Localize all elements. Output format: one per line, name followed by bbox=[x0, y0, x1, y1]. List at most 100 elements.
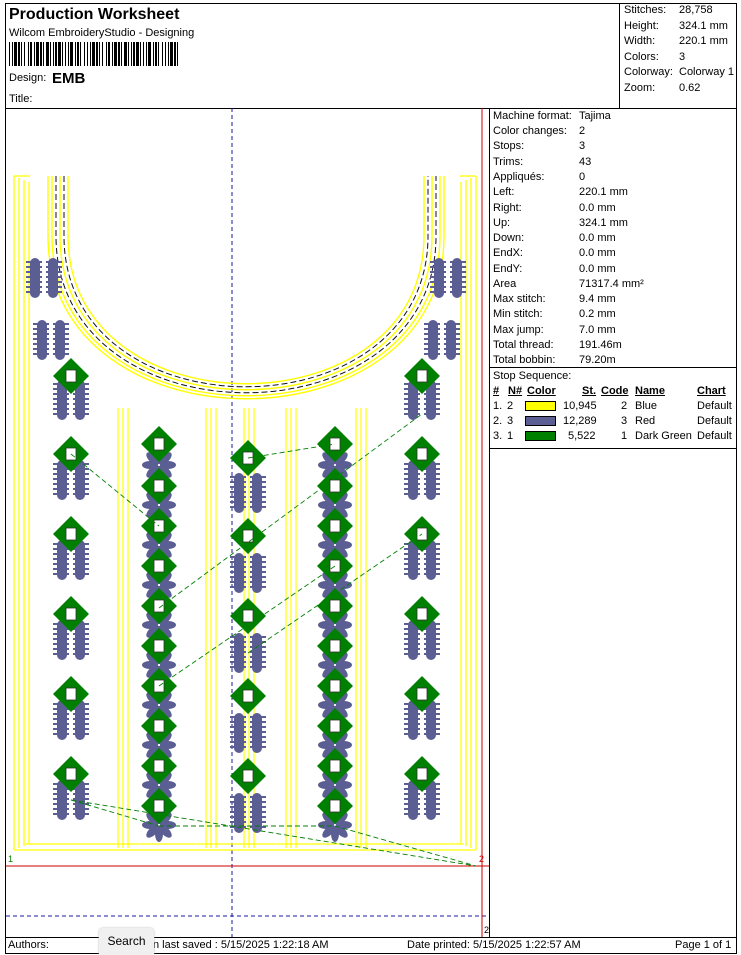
machine-info-panel: Machine format: Tajima Color changes: 2 St… bbox=[489, 108, 737, 938]
worksheet-title: Production Worksheet bbox=[9, 6, 180, 23]
design-value: EMB bbox=[52, 70, 86, 87]
pod-motif bbox=[230, 793, 266, 833]
barcode-bar bbox=[30, 42, 32, 66]
barcode bbox=[9, 42, 178, 66]
barcode-bar bbox=[84, 42, 85, 66]
diamond-motif bbox=[141, 468, 177, 504]
row-name: Blue bbox=[635, 400, 658, 412]
row-code: 3 bbox=[621, 415, 628, 427]
app-subtitle: Wilcom EmbroideryStudio - Designing bbox=[9, 27, 195, 39]
diamond-motif bbox=[141, 748, 177, 784]
barcode-bar bbox=[133, 42, 135, 66]
barcode-bar bbox=[124, 42, 127, 66]
diamond-motif bbox=[317, 628, 353, 664]
diamond-motif bbox=[141, 426, 177, 462]
neckline-curve bbox=[47, 176, 445, 400]
barcode-bar bbox=[34, 42, 35, 66]
stat-width: Width: 220.1 mm bbox=[624, 35, 728, 47]
info-total-thread: Total thread: 191.46m bbox=[493, 339, 622, 351]
barcode-bar bbox=[68, 42, 69, 66]
diamond-motif bbox=[141, 548, 177, 584]
info-area: Area 71317.4 mm² bbox=[493, 278, 644, 290]
stop-row: 1. 2 10,945 2 Blue Default bbox=[490, 400, 736, 414]
diamond-motif bbox=[317, 668, 353, 704]
neckline-curve bbox=[67, 176, 425, 385]
barcode-bar bbox=[143, 42, 144, 66]
info-down: Down: 0.0 mm bbox=[493, 232, 616, 244]
pod-motif bbox=[26, 258, 62, 298]
jump-stitch bbox=[158, 565, 336, 687]
info-up: Up: 324.1 mm bbox=[493, 217, 628, 229]
barcode-bar bbox=[40, 42, 42, 66]
row-num: 2. bbox=[493, 415, 503, 427]
row-num: 3. bbox=[493, 430, 503, 442]
stop-sequence-title: Stop Sequence: bbox=[493, 370, 572, 382]
barcode-bar bbox=[43, 42, 44, 66]
row-stitches: 5,522 bbox=[568, 430, 596, 442]
row-needle: 1 bbox=[507, 430, 514, 442]
barcode-bar bbox=[170, 42, 173, 66]
row-name: Red bbox=[635, 415, 656, 427]
barcode-bar bbox=[112, 42, 113, 66]
barcode-bar bbox=[153, 42, 154, 66]
barcode-bar bbox=[102, 42, 103, 66]
barcode-bar bbox=[24, 42, 25, 66]
row-code: 2 bbox=[621, 400, 628, 412]
info-machine-format: Machine format: Tajima bbox=[493, 110, 611, 122]
diamond-motif bbox=[317, 748, 353, 784]
pod-motif bbox=[230, 713, 266, 753]
col-header-st: St. bbox=[582, 385, 597, 397]
row-stitches: 10,945 bbox=[563, 400, 597, 412]
barcode-bar bbox=[148, 42, 151, 66]
stat-zoom: Zoom: 0.62 bbox=[624, 82, 701, 94]
stat-colorway: Colorway: Colorway 1 bbox=[624, 66, 735, 78]
stop-row: 3. 1 5,522 1 Dark Green Default bbox=[490, 430, 736, 444]
row-chart: Default bbox=[697, 430, 732, 442]
barcode-bar bbox=[174, 42, 176, 66]
barcode-bar bbox=[131, 42, 132, 66]
end-marker: 2 bbox=[479, 854, 484, 864]
barcode-bar bbox=[165, 42, 166, 66]
barcode-bar bbox=[62, 42, 63, 66]
barcode-bar bbox=[92, 42, 95, 66]
date-printed: Date printed: 5/15/2025 1:22:57 AM bbox=[407, 939, 581, 951]
info-left: Left: 220.1 mm bbox=[493, 186, 628, 198]
stat-height: Height: 324.1 mm bbox=[624, 20, 728, 32]
authors-label: Authors: bbox=[8, 939, 49, 951]
barcode-bar bbox=[36, 42, 39, 66]
diamond-motif bbox=[230, 598, 266, 634]
col-header-n: N# bbox=[508, 385, 523, 397]
page-number: Page 1 of 1 bbox=[675, 939, 732, 951]
barcode-bar bbox=[65, 42, 66, 66]
barcode-bar bbox=[136, 42, 139, 66]
barcode-bar bbox=[9, 42, 10, 66]
barcode-bar bbox=[155, 42, 157, 66]
design-stats: Stitches: 28,758 Height: 324.1 mm Width: 22… bbox=[619, 3, 739, 109]
barcode-bar bbox=[70, 42, 73, 66]
row-needle: 2 bbox=[507, 400, 514, 412]
embroidery-design: 1 22 bbox=[6, 108, 490, 937]
barcode-bar bbox=[21, 42, 22, 66]
barcode-bar bbox=[162, 42, 163, 66]
col-header-name: Name bbox=[635, 385, 665, 397]
barcode-bar bbox=[118, 42, 120, 66]
row-chart: Default bbox=[697, 415, 732, 427]
diamond-motif bbox=[141, 628, 177, 664]
barcode-bar bbox=[55, 42, 57, 66]
diamond-motif bbox=[141, 588, 177, 624]
barcode-bar bbox=[18, 42, 20, 66]
pod-motif bbox=[430, 258, 466, 298]
start-marker: 1 bbox=[8, 854, 13, 864]
info-total-bobbin: Total bobbin: 79.20m bbox=[493, 354, 616, 366]
info-appliques: Appliqués: 0 bbox=[493, 171, 586, 183]
search-button[interactable]: Search bbox=[99, 928, 154, 955]
diamond-motif bbox=[317, 508, 353, 544]
color-swatch bbox=[525, 416, 556, 426]
color-swatch bbox=[525, 401, 556, 411]
diamond-motif bbox=[317, 788, 353, 824]
barcode-bar bbox=[46, 42, 49, 66]
diamond-motif bbox=[317, 708, 353, 744]
barcode-bar bbox=[128, 42, 129, 66]
col-header-color: Color bbox=[527, 385, 556, 397]
info-max-jump: Max jump: 7.0 mm bbox=[493, 324, 616, 336]
